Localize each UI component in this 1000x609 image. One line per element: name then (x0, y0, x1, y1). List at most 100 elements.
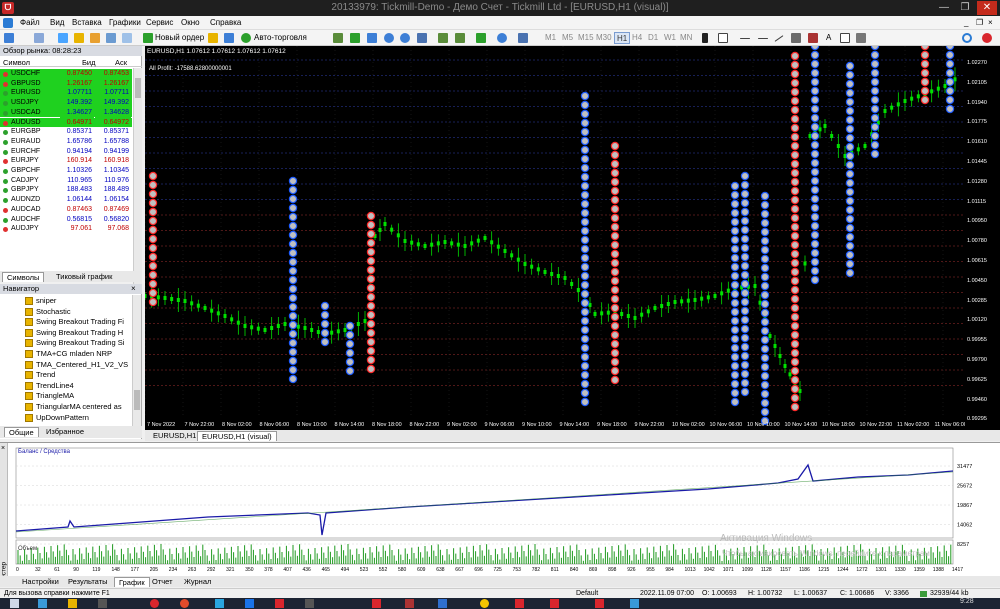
signal-marker[interactable] (810, 239, 820, 249)
navigator-item[interactable]: Swing Breakout Trading H (36, 328, 132, 338)
tab-tick-chart[interactable]: Тиковый график (52, 272, 116, 282)
signal-marker[interactable] (288, 284, 298, 294)
signal-marker[interactable] (366, 256, 376, 266)
signal-marker[interactable] (580, 244, 590, 254)
price-chart[interactable]: 7 Nov 2022 7 Nov 22:00 8 Nov 02:00 8 Nov 06… (145, 46, 980, 430)
signal-marker[interactable] (740, 243, 750, 253)
bar-chart-icon[interactable] (333, 33, 343, 43)
signal-marker[interactable] (810, 59, 820, 69)
signal-marker[interactable] (740, 261, 750, 271)
signal-marker[interactable] (730, 190, 740, 200)
signal-marker[interactable] (790, 168, 800, 178)
signal-marker[interactable] (345, 321, 355, 331)
app-icon[interactable] (98, 599, 107, 608)
status-profile[interactable]: Default (576, 590, 598, 597)
signal-marker[interactable] (845, 124, 855, 134)
signal-marker[interactable] (790, 267, 800, 277)
signal-marker[interactable] (580, 361, 590, 371)
tab-favorites[interactable]: Избранное (42, 427, 88, 437)
navigator-item[interactable]: TMA_Centered_H1_V2_VS (36, 360, 132, 370)
signal-marker[interactable] (740, 297, 750, 307)
signal-marker[interactable] (810, 194, 820, 204)
signal-marker[interactable] (288, 176, 298, 186)
signal-marker[interactable] (580, 100, 590, 110)
signal-marker[interactable] (760, 209, 770, 219)
signal-marker[interactable] (760, 326, 770, 336)
text-tool-icon[interactable]: A (826, 32, 831, 44)
signal-marker[interactable] (366, 337, 376, 347)
signal-marker[interactable] (580, 253, 590, 263)
signal-marker[interactable] (790, 330, 800, 340)
signal-marker[interactable] (610, 204, 620, 214)
tab-settings[interactable]: Настройки (18, 577, 63, 587)
signal-marker[interactable] (920, 50, 930, 60)
signal-marker[interactable] (288, 374, 298, 384)
signal-marker[interactable] (580, 154, 590, 164)
tab-graph[interactable]: График (114, 577, 150, 587)
templates-icon[interactable] (518, 33, 528, 43)
signal-marker[interactable] (760, 281, 770, 291)
signal-marker[interactable] (760, 317, 770, 327)
signal-marker[interactable] (810, 176, 820, 186)
signal-marker[interactable] (760, 344, 770, 354)
signal-marker[interactable] (945, 68, 955, 78)
signal-marker[interactable] (580, 136, 590, 146)
market-watch-row-euraud[interactable]: EURAUD 1.65786 1.65788 (0, 136, 132, 147)
signal-marker[interactable] (366, 283, 376, 293)
signal-marker[interactable] (760, 299, 770, 309)
signal-marker[interactable] (730, 325, 740, 335)
signal-marker[interactable] (610, 186, 620, 196)
signal-marker[interactable] (730, 316, 740, 326)
timeframe-m1[interactable]: M1 (545, 32, 556, 44)
signal-marker[interactable] (845, 79, 855, 89)
signal-marker[interactable] (740, 198, 750, 208)
signal-marker[interactable] (760, 308, 770, 318)
signal-marker[interactable] (810, 131, 820, 141)
signal-marker[interactable] (580, 217, 590, 227)
signal-marker[interactable] (366, 319, 376, 329)
signal-marker[interactable] (845, 115, 855, 125)
signal-marker[interactable] (845, 241, 855, 251)
signal-marker[interactable] (610, 168, 620, 178)
signal-marker[interactable] (610, 375, 620, 385)
signal-marker[interactable] (760, 191, 770, 201)
signal-marker[interactable] (610, 357, 620, 367)
signal-marker[interactable] (580, 334, 590, 344)
signal-marker[interactable] (730, 334, 740, 344)
signal-marker[interactable] (760, 407, 770, 417)
signal-marker[interactable] (740, 207, 750, 217)
signal-marker[interactable] (845, 205, 855, 215)
signal-marker[interactable] (610, 240, 620, 250)
signal-marker[interactable] (740, 369, 750, 379)
signal-marker[interactable] (790, 222, 800, 232)
signal-marker[interactable] (148, 234, 158, 244)
signal-marker[interactable] (580, 172, 590, 182)
signal-marker[interactable] (920, 95, 930, 105)
signal-marker[interactable] (288, 356, 298, 366)
task-view-icon[interactable] (38, 599, 47, 608)
channel-icon[interactable] (791, 33, 801, 43)
menu-insert[interactable]: Вставка (72, 18, 102, 27)
signal-marker[interactable] (730, 361, 740, 371)
zoom-in-icon[interactable] (384, 33, 394, 43)
signal-marker[interactable] (366, 301, 376, 311)
cursor-icon[interactable] (702, 33, 708, 43)
signal-marker[interactable] (320, 328, 330, 338)
signal-marker[interactable] (610, 177, 620, 187)
signal-marker[interactable] (288, 329, 298, 339)
fibonacci-icon[interactable] (808, 33, 818, 43)
signal-marker[interactable] (790, 357, 800, 367)
tile-windows-icon[interactable] (417, 33, 427, 43)
signal-marker[interactable] (810, 167, 820, 177)
terminal-icon[interactable] (106, 33, 116, 43)
signal-marker[interactable] (945, 77, 955, 87)
signal-marker[interactable] (580, 235, 590, 245)
signal-marker[interactable] (920, 68, 930, 78)
tab-journal[interactable]: Журнал (180, 577, 215, 587)
opera-icon[interactable] (150, 599, 159, 608)
signal-marker[interactable] (288, 275, 298, 285)
signal-marker[interactable] (740, 306, 750, 316)
signal-marker[interactable] (760, 380, 770, 390)
signal-marker[interactable] (845, 70, 855, 80)
signal-marker[interactable] (845, 97, 855, 107)
